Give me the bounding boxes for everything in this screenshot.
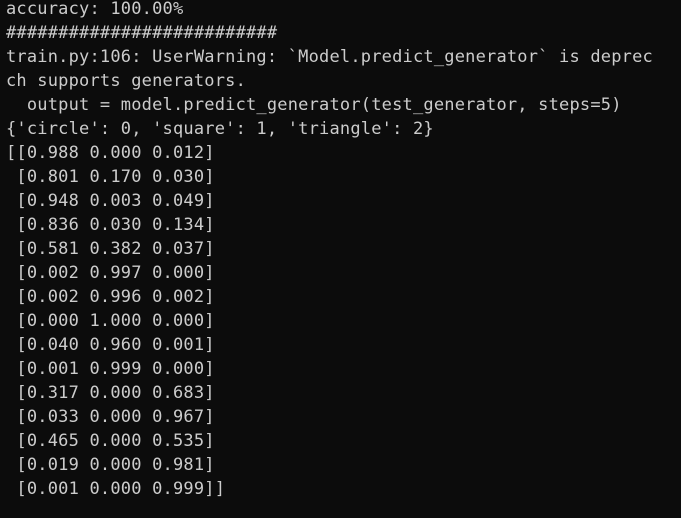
prediction-row: [0.040 0.960 0.001] xyxy=(6,335,215,355)
warning-continuation: ch supports generators. xyxy=(6,71,247,91)
warning-line: train.py:106: UserWarning: `Model.predic… xyxy=(6,47,653,67)
terminal-output[interactable]: accuracy: 100.00% ######################… xyxy=(0,0,681,518)
prediction-row: [0.801 0.170 0.030] xyxy=(6,167,215,187)
prediction-row: [0.002 0.997 0.000] xyxy=(6,263,215,283)
prediction-row: [[0.988 0.000 0.012] xyxy=(6,143,215,163)
accuracy-line: accuracy: 100.00% xyxy=(6,0,184,19)
prediction-row: [0.317 0.000 0.683] xyxy=(6,383,215,403)
prediction-row: [0.465 0.000 0.535] xyxy=(6,431,215,451)
prediction-row: [0.002 0.996 0.002] xyxy=(6,287,215,307)
source-code-line: output = model.predict_generator(test_ge… xyxy=(6,95,622,115)
separator-line: ########################## xyxy=(6,23,278,43)
class-indices-line: {'circle': 0, 'square': 1, 'triangle': 2… xyxy=(6,119,434,139)
prediction-row: [0.001 0.999 0.000] xyxy=(6,359,215,379)
prediction-row: [0.001 0.000 0.999]] xyxy=(6,479,226,499)
prediction-row: [0.581 0.382 0.037] xyxy=(6,239,215,259)
prediction-row: [0.019 0.000 0.981] xyxy=(6,455,215,475)
prediction-row: [0.948 0.003 0.049] xyxy=(6,191,215,211)
prediction-row: [0.836 0.030 0.134] xyxy=(6,215,215,235)
prediction-row: [0.000 1.000 0.000] xyxy=(6,311,215,331)
prediction-row: [0.033 0.000 0.967] xyxy=(6,407,215,427)
